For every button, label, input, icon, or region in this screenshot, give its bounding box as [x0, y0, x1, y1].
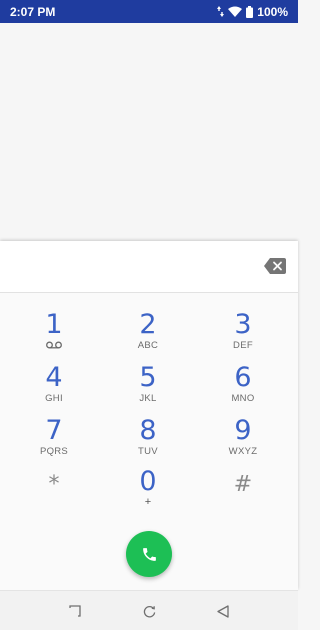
status-time: 2:07 PM — [10, 4, 56, 19]
recents-button[interactable] — [65, 601, 85, 621]
key-digit: 2 — [139, 309, 157, 340]
key-letters: PQRS — [39, 446, 69, 457]
home-button[interactable] — [139, 601, 159, 621]
dialpad-key-pound[interactable]: # — [203, 469, 283, 519]
wifi-icon — [228, 6, 243, 17]
back-icon — [217, 604, 229, 618]
key-letters: MNO — [231, 393, 255, 404]
key-letters: TUV — [138, 446, 158, 457]
key-letters: + — [144, 496, 152, 508]
call-log-area — [0, 23, 298, 241]
key-digit: 1 — [45, 309, 63, 340]
status-icons: 100% — [217, 5, 288, 19]
recents-icon — [69, 605, 81, 617]
digits-row — [0, 241, 298, 293]
dialpad-key-8[interactable]: 8 TUV — [108, 415, 188, 465]
voicemail-icon — [46, 341, 62, 349]
battery-icon — [246, 5, 254, 18]
dialpad-key-2[interactable]: 2 ABC — [108, 309, 188, 359]
dialpad-key-7[interactable]: 7 PQRS — [14, 415, 94, 465]
backspace-button[interactable] — [264, 257, 286, 275]
key-letters: GHI — [45, 393, 63, 404]
key-letters: WXYZ — [228, 446, 258, 457]
dialpad-key-1[interactable]: 1 — [14, 309, 94, 359]
key-digit: 3 — [234, 309, 252, 340]
digits-input[interactable] — [16, 253, 246, 281]
key-letters: JKL — [139, 393, 157, 404]
key-letters: DEF — [233, 340, 253, 351]
back-button[interactable] — [213, 601, 233, 621]
key-letters: ABC — [137, 340, 159, 351]
key-digit: 0 — [139, 466, 157, 497]
key-digit: 7 — [45, 415, 63, 446]
call-button[interactable] — [126, 531, 172, 577]
dialpad-key-star[interactable]: * — [14, 469, 94, 519]
data-arrows-icon — [217, 6, 225, 17]
navigation-bar — [0, 590, 298, 630]
dialpad-key-9[interactable]: 9 WXYZ — [203, 415, 283, 465]
status-bar: 2:07 PM 100% — [0, 0, 298, 23]
backspace-icon — [264, 258, 286, 274]
key-digit: 5 — [139, 362, 157, 393]
key-digit: 4 — [45, 362, 63, 393]
home-icon — [143, 605, 155, 617]
key-digit: 8 — [139, 415, 157, 446]
key-digit: 9 — [234, 415, 252, 446]
dialpad-key-4[interactable]: 4 GHI — [14, 362, 94, 412]
dialpad-key-6[interactable]: 6 MNO — [203, 362, 283, 412]
key-digit: * — [48, 472, 60, 497]
battery-percentage: 100% — [257, 4, 288, 19]
key-digit: 6 — [234, 362, 252, 393]
key-digit: # — [233, 472, 253, 497]
dialpad-key-5[interactable]: 5 JKL — [108, 362, 188, 412]
phone-icon — [142, 547, 156, 561]
dialpad-key-0[interactable]: 0 + — [108, 466, 188, 516]
dialpad-key-3[interactable]: 3 DEF — [203, 309, 283, 359]
